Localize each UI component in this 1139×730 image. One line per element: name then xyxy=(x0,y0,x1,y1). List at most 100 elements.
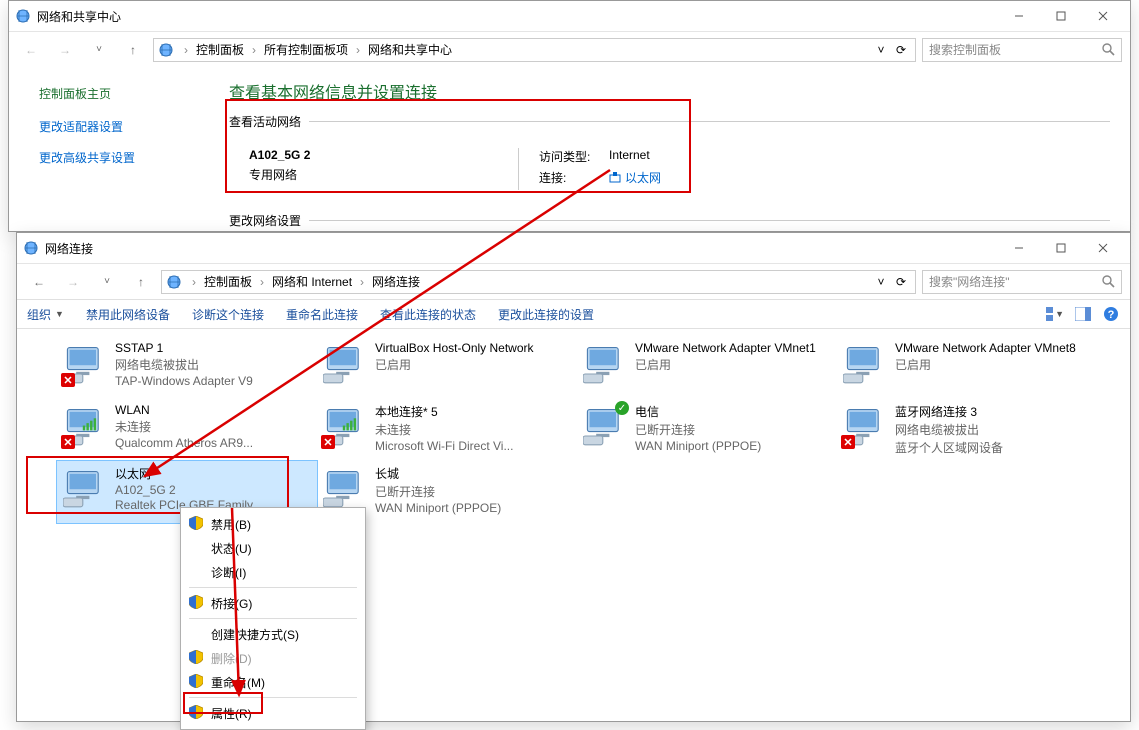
connection-item[interactable]: ✕ WLAN未连接Qualcomm Atheros AR9... xyxy=(57,399,317,461)
connection-name: 以太网 xyxy=(115,465,262,482)
connection-status: 网络电缆被拔出 xyxy=(895,421,1003,438)
connection-status: A102_5G 2 xyxy=(115,483,262,497)
navbar: ← → ˅ ↑ 控制面板 所有控制面板项 网络和共享中心 ˅ ⟳ 搜索控制面板 xyxy=(9,31,1130,67)
minimize-button[interactable] xyxy=(998,2,1040,30)
context-menu-item[interactable]: 状态(U) xyxy=(183,536,363,560)
view-icon[interactable]: ▼ xyxy=(1046,305,1064,323)
refresh-icon[interactable]: ⟳ xyxy=(891,275,911,289)
breadcrumb[interactable]: 控制面板 所有控制面板项 网络和共享中心 ˅ ⟳ xyxy=(153,38,916,62)
connection-item[interactable]: VMware Network Adapter VMnet8已启用 xyxy=(837,337,1097,399)
connection-item[interactable]: VMware Network Adapter VMnet1已启用 xyxy=(577,337,837,399)
connection-link[interactable]: 以太网 xyxy=(609,169,661,186)
app-icon xyxy=(15,8,31,24)
refresh-icon[interactable]: ⟳ xyxy=(891,43,911,57)
toolbar-item[interactable]: 查看此连接的状态 xyxy=(380,306,476,323)
network-adapter-icon: ✕ xyxy=(63,403,107,447)
toolbar-organize[interactable]: 组织 ▼ xyxy=(27,306,64,323)
help-icon[interactable]: ? xyxy=(1102,305,1120,323)
context-menu-label: 诊断(I) xyxy=(211,564,246,581)
breadcrumb-item[interactable]: 网络和共享中心 xyxy=(366,41,454,58)
breadcrumb-item[interactable]: 网络和 Internet xyxy=(270,273,354,290)
svg-text:?: ? xyxy=(1108,309,1115,321)
maximize-button[interactable] xyxy=(1040,2,1082,30)
section-label: 查看活动网络 xyxy=(229,113,301,130)
connection-name: VMware Network Adapter VMnet1 xyxy=(635,341,816,355)
ethernet-icon xyxy=(609,172,621,184)
breadcrumb-item[interactable]: 控制面板 xyxy=(202,273,254,290)
page-heading: 查看基本网络信息并设置连接 xyxy=(229,79,1110,103)
breadcrumb[interactable]: 控制面板 网络和 Internet 网络连接 ˅ ⟳ xyxy=(161,270,916,294)
path-icon xyxy=(166,274,182,290)
nav-back-button[interactable]: ← xyxy=(17,36,45,64)
toolbar-item[interactable]: 禁用此网络设备 xyxy=(86,306,170,323)
context-menu-label: 禁用(B) xyxy=(211,516,251,533)
connection-device: 蓝牙个人区域网设备 xyxy=(895,439,1003,456)
sidebar-link[interactable]: 更改适配器设置 xyxy=(39,118,209,135)
window-title: 网络和共享中心 xyxy=(37,8,121,25)
connection-item[interactable]: ✕SSTAP 1网络电缆被拔出TAP-Windows Adapter V9 xyxy=(57,337,317,399)
breadcrumb-item[interactable]: 所有控制面板项 xyxy=(262,41,350,58)
context-menu-item[interactable]: 诊断(I) xyxy=(183,560,363,584)
search-input[interactable]: 搜索控制面板 xyxy=(922,38,1122,62)
connection-device: Qualcomm Atheros AR9... xyxy=(115,436,253,450)
connection-name: 本地连接* 5 xyxy=(375,403,513,420)
menu-separator xyxy=(189,697,357,698)
connection-name: WLAN xyxy=(115,403,253,417)
connection-item[interactable]: VirtualBox Host-Only Network已启用 xyxy=(317,337,577,399)
maximize-button[interactable] xyxy=(1040,234,1082,262)
uac-shield-icon xyxy=(189,595,203,609)
nav-up-button[interactable]: ↑ xyxy=(119,36,147,64)
minimize-button[interactable] xyxy=(998,234,1040,262)
toolbar-item[interactable]: 诊断这个连接 xyxy=(192,306,264,323)
close-button[interactable] xyxy=(1082,2,1124,30)
connection-item[interactable]: ✕本地连接* 5未连接Microsoft Wi-Fi Direct Vi... xyxy=(317,399,577,461)
context-menu-item: 删除(D) xyxy=(183,646,363,670)
context-menu-item[interactable]: 属性(R) xyxy=(183,701,363,725)
connection-label: 连接: xyxy=(539,169,609,186)
context-menu-label: 创建快捷方式(S) xyxy=(211,626,299,643)
connection-item[interactable]: ✓电信已断开连接WAN Miniport (PPPOE) xyxy=(577,399,837,461)
connection-name: 蓝牙网络连接 3 xyxy=(895,403,1003,420)
close-button[interactable] xyxy=(1082,234,1124,262)
preview-pane-icon[interactable] xyxy=(1074,305,1092,323)
context-menu-item[interactable]: 创建快捷方式(S) xyxy=(183,622,363,646)
context-menu-label: 属性(R) xyxy=(211,705,252,722)
breadcrumb-item[interactable]: 控制面板 xyxy=(194,41,246,58)
nav-forward-button[interactable]: → xyxy=(51,36,79,64)
connection-device: WAN Miniport (PPPOE) xyxy=(375,501,501,515)
sidebar-link[interactable]: 更改高级共享设置 xyxy=(39,149,209,166)
connection-status: 已启用 xyxy=(635,356,816,373)
context-menu-item[interactable]: 禁用(B) xyxy=(183,512,363,536)
context-menu-item[interactable]: 重命名(M) xyxy=(183,670,363,694)
access-type-value: Internet xyxy=(609,148,650,165)
connection-status: 未连接 xyxy=(375,421,513,438)
nav-back-button[interactable]: ← xyxy=(25,268,53,296)
window-title: 网络连接 xyxy=(45,240,93,257)
nav-history-button[interactable]: ˅ xyxy=(93,268,121,296)
titlebar: 网络连接 xyxy=(17,233,1130,263)
toolbar-item[interactable]: 更改此连接的设置 xyxy=(498,306,594,323)
nav-up-button[interactable]: ↑ xyxy=(127,268,155,296)
context-menu-item[interactable]: 桥接(G) xyxy=(183,591,363,615)
nav-forward-button[interactable]: → xyxy=(59,268,87,296)
window-network-sharing-center: 网络和共享中心 ← → ˅ ↑ 控制面板 所有控制面板项 网络和共享中心 ˅ ⟳… xyxy=(8,0,1131,232)
access-type-label: 访问类型: xyxy=(539,148,609,165)
connection-item[interactable]: ✕ 蓝牙网络连接 3网络电缆被拔出蓝牙个人区域网设备 xyxy=(837,399,1097,461)
nav-history-button[interactable]: ˅ xyxy=(85,36,113,64)
uac-shield-icon xyxy=(189,705,203,719)
connection-name: VirtualBox Host-Only Network xyxy=(375,341,534,355)
uac-shield-icon xyxy=(189,650,203,664)
breadcrumb-item[interactable]: 网络连接 xyxy=(370,273,422,290)
toolbar-item[interactable]: 重命名此连接 xyxy=(286,306,358,323)
connection-status: 已启用 xyxy=(895,356,1076,373)
connection-name: SSTAP 1 xyxy=(115,341,253,355)
breadcrumb-dropdown-icon[interactable]: ˅ xyxy=(871,43,891,57)
uac-shield-icon xyxy=(189,516,203,530)
breadcrumb-dropdown-icon[interactable]: ˅ xyxy=(871,275,891,289)
search-placeholder: 搜索控制面板 xyxy=(929,41,1001,58)
context-menu-label: 重命名(M) xyxy=(211,674,265,691)
active-network-panel: A102_5G 2 专用网络 访问类型: Internet 连接: 以太网 xyxy=(229,148,1110,190)
search-input[interactable]: 搜索"网络连接" xyxy=(922,270,1122,294)
connection-status: 未连接 xyxy=(115,418,253,435)
network-adapter-icon: ✕ xyxy=(843,403,887,447)
